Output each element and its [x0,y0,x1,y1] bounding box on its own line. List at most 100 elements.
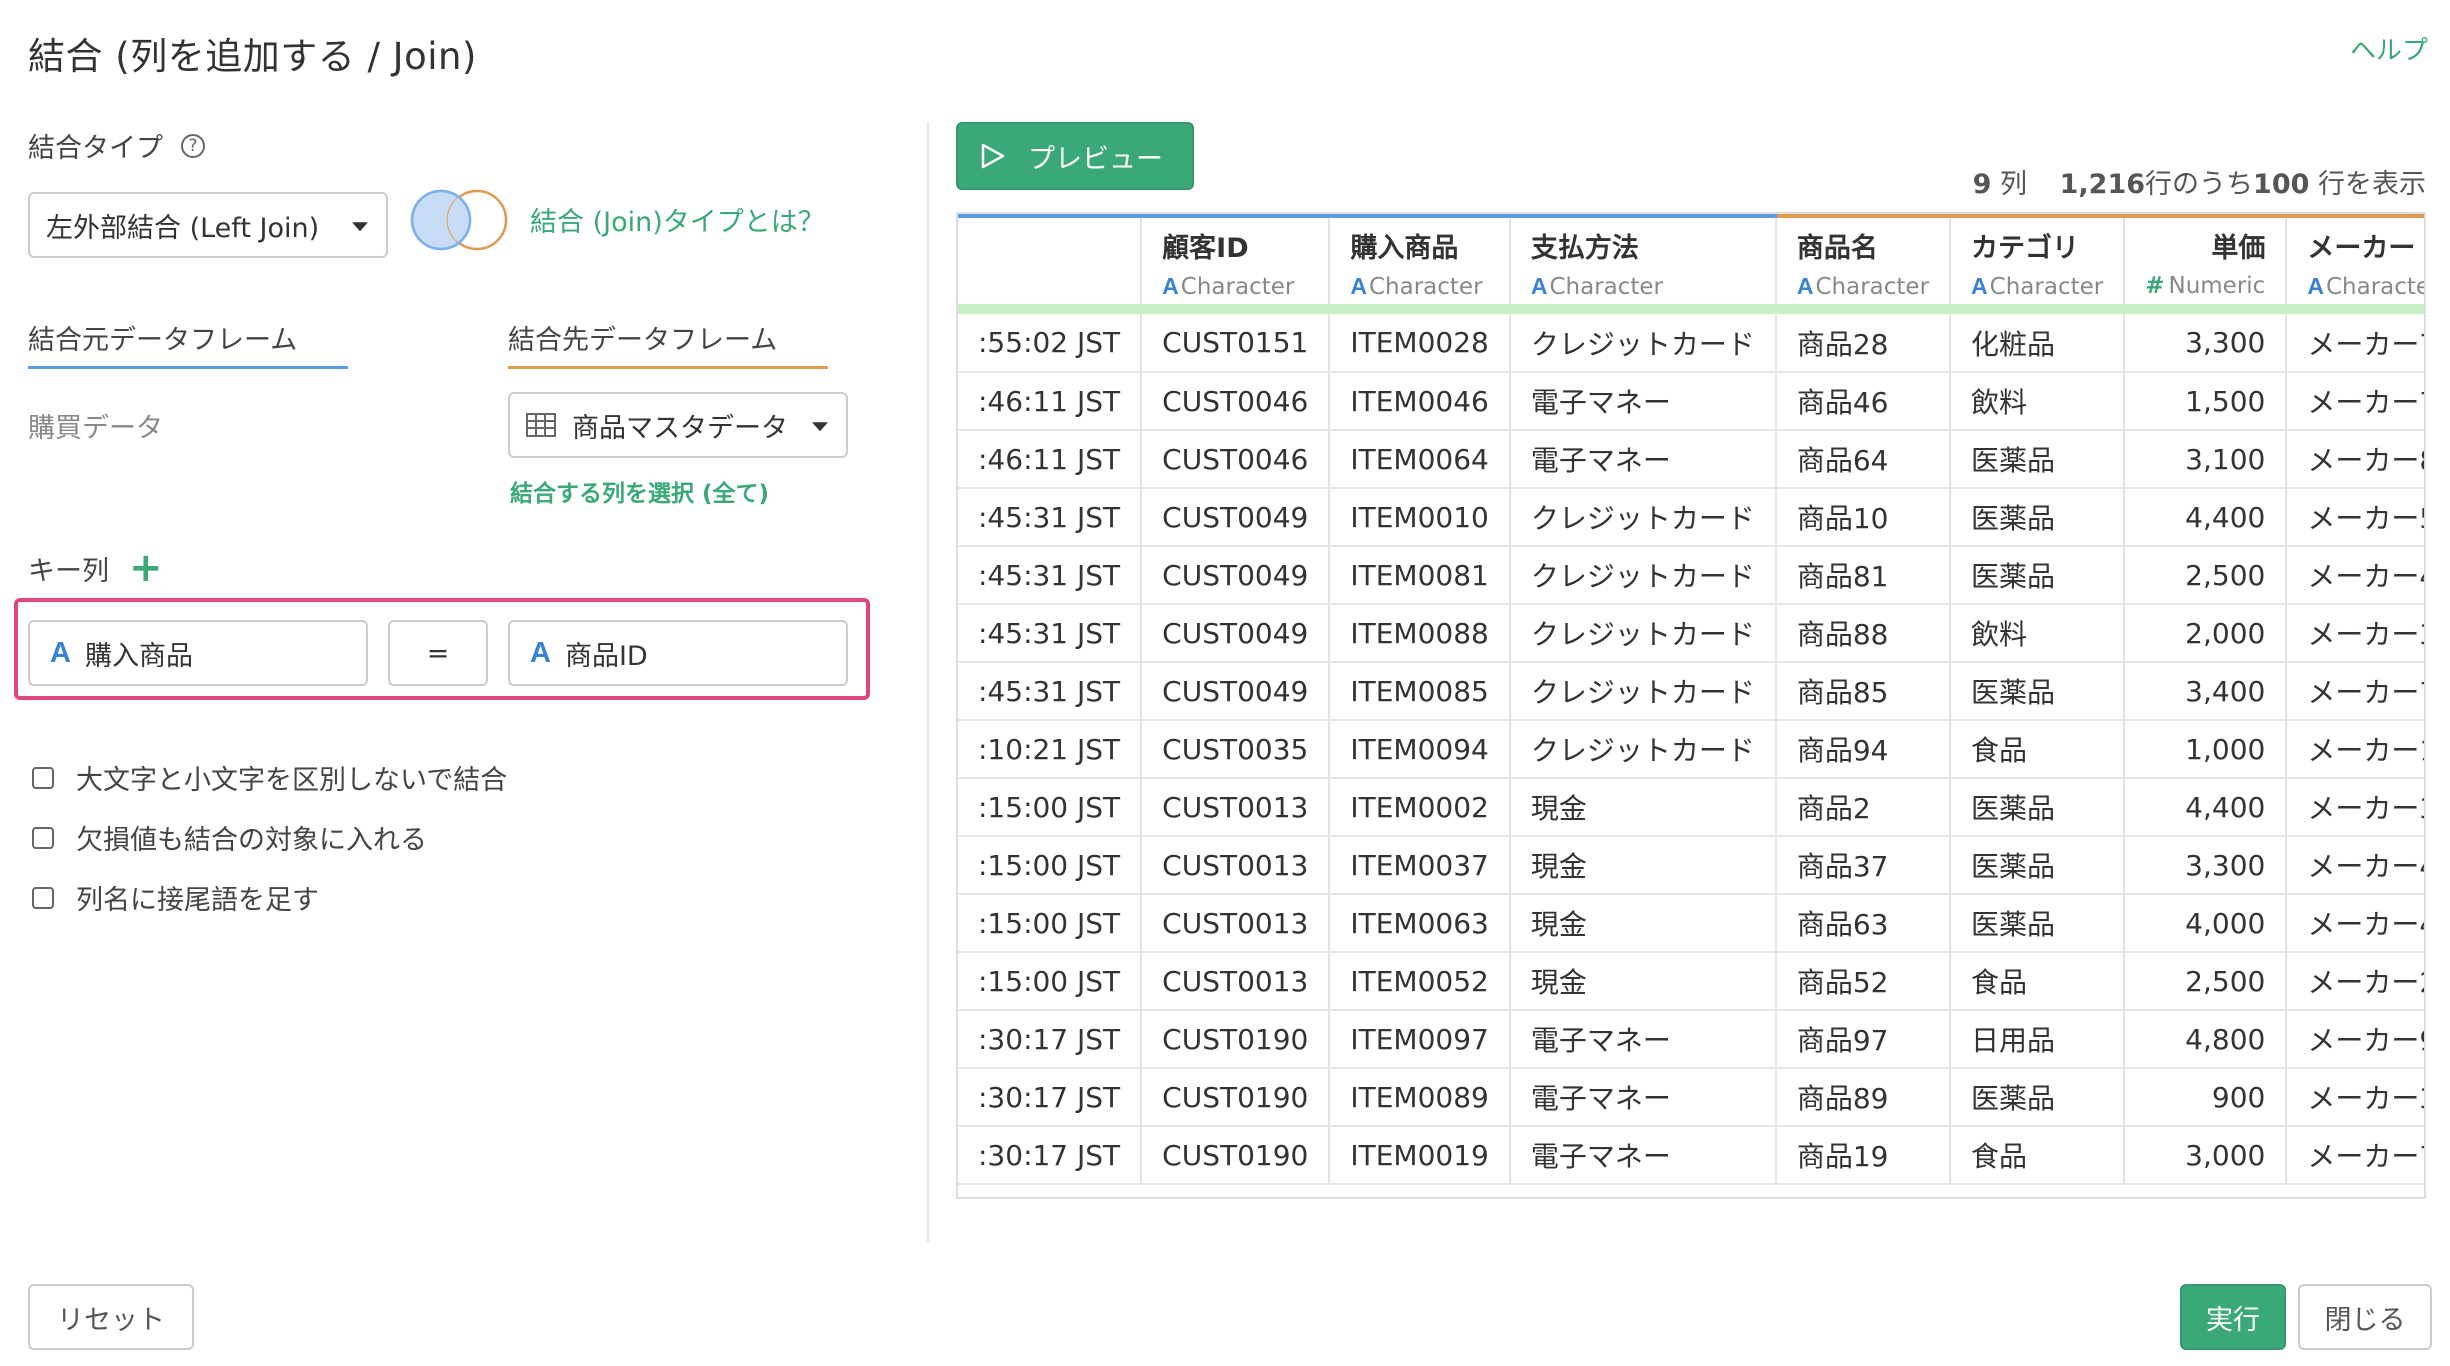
join-type-label: 結合タイプ [28,133,163,164]
column-header[interactable]: 支払方法 ACharacter [1509,214,1777,304]
table-cell: メーカー3 [2286,778,2424,837]
column-header[interactable]: 単価 # Numeric [2124,214,2288,304]
table-cell: 商品19 [1775,1126,1952,1185]
character-type-icon: A [1162,273,1179,299]
column-header[interactable]: メーカー ACharacter [2286,214,2424,304]
table-cell: :15:00 JST [958,778,1143,837]
target-dataframe-select[interactable]: 商品マスタデータ [508,392,848,458]
table-row: :15:00 JST CUST0013 ITEM0063 現金 商品63 医薬品 4,000… [958,894,2424,953]
reset-button[interactable]: リセット [28,1284,194,1350]
option-case-insensitive[interactable]: 大文字と小文字を区別しないで結合 [32,758,507,797]
source-dataframe-name: 購買データ [28,413,163,444]
table-cell: クレジットカード [1509,488,1777,547]
table-cell: メーカー2 [2286,952,2424,1011]
key-left-select[interactable]: A 購入商品 [28,620,368,686]
table-cell: 3,100 [2124,430,2288,489]
source-tab-underline [28,366,348,369]
table-cell: 医薬品 [1950,778,2126,837]
table-cell: 商品89 [1775,1068,1952,1127]
table-cell: CUST0013 [1141,894,1331,953]
table-cell: 1,500 [2124,372,2288,431]
join-type-value: 左外部結合 (Left Join) [46,212,320,244]
table-cell: 3,300 [2124,314,2288,373]
table-cell: 電子マネー [1509,1010,1777,1069]
column-header[interactable]: 顧客ID ACharacter [1141,214,1331,304]
table-cell: 商品64 [1775,430,1952,489]
table-cell: 医薬品 [1950,488,2126,547]
table-row: :45:31 JST CUST0049 ITEM0085 クレジットカード 商品85 医薬… [958,662,2424,721]
table-cell: ITEM0088 [1329,604,1511,663]
add-key-icon[interactable]: + [129,548,163,588]
table-cell: :45:31 JST [958,546,1143,605]
table-cell: ITEM0063 [1329,894,1511,953]
checkbox[interactable] [32,886,54,909]
join-type-help-link[interactable]: 結合 (Join)タイプとは？ [530,200,825,239]
question-icon[interactable]: ? [181,133,205,158]
play-icon [981,143,1005,169]
table-cell: 4,400 [2124,488,2288,547]
character-type-icon: A [1530,273,1548,299]
table-cell: メーカー7 [2286,372,2424,431]
preview-button[interactable]: プレビュー [956,122,1194,190]
character-type-icon: A [1796,273,1814,299]
table-row: :55:02 JST CUST0151 ITEM0028 クレジットカード 商品28 化粧… [958,314,2424,373]
matched-indicator-bar [958,304,2424,314]
table-cell: CUST0046 [1141,430,1331,489]
key-operator-select[interactable]: = [388,620,488,686]
table-header-row: 顧客ID ACharacter 購入商品 ACharacter 支払方法 ACh… [958,214,2424,304]
table-cell: 4,000 [2124,894,2288,953]
table-cell: クレジットカード [1509,546,1777,605]
table-cell: 3,000 [2124,1126,2288,1185]
checkbox[interactable] [32,826,54,849]
option-include-missing[interactable]: 欠損値も結合の対象に入れる [32,818,427,857]
table-cell: CUST0049 [1141,488,1331,547]
table-cell: CUST0013 [1141,952,1331,1011]
preview-table[interactable]: 顧客ID ACharacter 購入商品 ACharacter 支払方法 ACh… [956,212,2426,1199]
table-cell: 現金 [1509,894,1777,953]
column-header[interactable] [958,214,1143,304]
key-right-select[interactable]: A 商品ID [508,620,848,686]
table-cell: CUST0049 [1141,604,1331,663]
table-cell: CUST0190 [1141,1126,1331,1185]
table-row: :30:17 JST CUST0190 ITEM0019 電子マネー 商品19 食品 3,0… [958,1126,2424,1185]
help-link[interactable]: ヘルプ [2350,30,2428,67]
table-cell: 商品85 [1775,662,1952,721]
option-add-suffix[interactable]: 列名に接尾語を足す [32,878,319,917]
close-button[interactable]: 閉じる [2298,1284,2432,1350]
table-cell: 現金 [1509,836,1777,895]
table-cell: 医薬品 [1950,662,2126,721]
table-cell: CUST0035 [1141,720,1331,779]
table-cell: メーカー3 [2286,604,2424,663]
table-cell: :45:31 JST [958,488,1143,547]
column-header[interactable]: 商品名 ACharacter [1775,214,1952,304]
table-cell: :30:17 JST [958,1068,1143,1127]
table-cell: CUST0190 [1141,1068,1331,1127]
table-cell: 商品63 [1775,894,1952,953]
table-cell: 900 [2124,1068,2288,1127]
select-columns-link[interactable]: 結合する列を選択 (全て) [510,474,769,508]
table-cell: クレジットカード [1509,314,1777,373]
table-cell: 商品52 [1775,952,1952,1011]
table-cell: 食品 [1950,720,2126,779]
join-type-select[interactable]: 左外部結合 (Left Join) [28,192,388,258]
key-column-label: キー列 [28,555,109,587]
run-button[interactable]: 実行 [2180,1284,2286,1350]
column-header[interactable]: 購入商品 ACharacter [1329,214,1511,304]
character-type-icon: A [530,636,551,669]
table-cell: クレジットカード [1509,720,1777,779]
table-cell: 2,500 [2124,952,2288,1011]
table-cell: 医薬品 [1950,546,2126,605]
table-cell: ITEM0019 [1329,1126,1511,1185]
table-cell: CUST0046 [1141,372,1331,431]
table-cell: ITEM0010 [1329,488,1511,547]
option-label: 大文字と小文字を区別しないで結合 [76,765,508,796]
checkbox[interactable] [32,766,54,789]
column-header[interactable]: カテゴリ ACharacter [1950,214,2126,304]
table-cell: CUST0013 [1141,778,1331,837]
character-type-icon: A [1350,273,1367,299]
table-cell: 2,500 [2124,546,2288,605]
character-type-icon: A [2307,273,2324,299]
venn-left-join-icon [410,189,508,251]
table-cell: 電子マネー [1509,1068,1777,1127]
table-row: :45:31 JST CUST0049 ITEM0088 クレジットカード 商品88 飲料… [958,604,2424,663]
